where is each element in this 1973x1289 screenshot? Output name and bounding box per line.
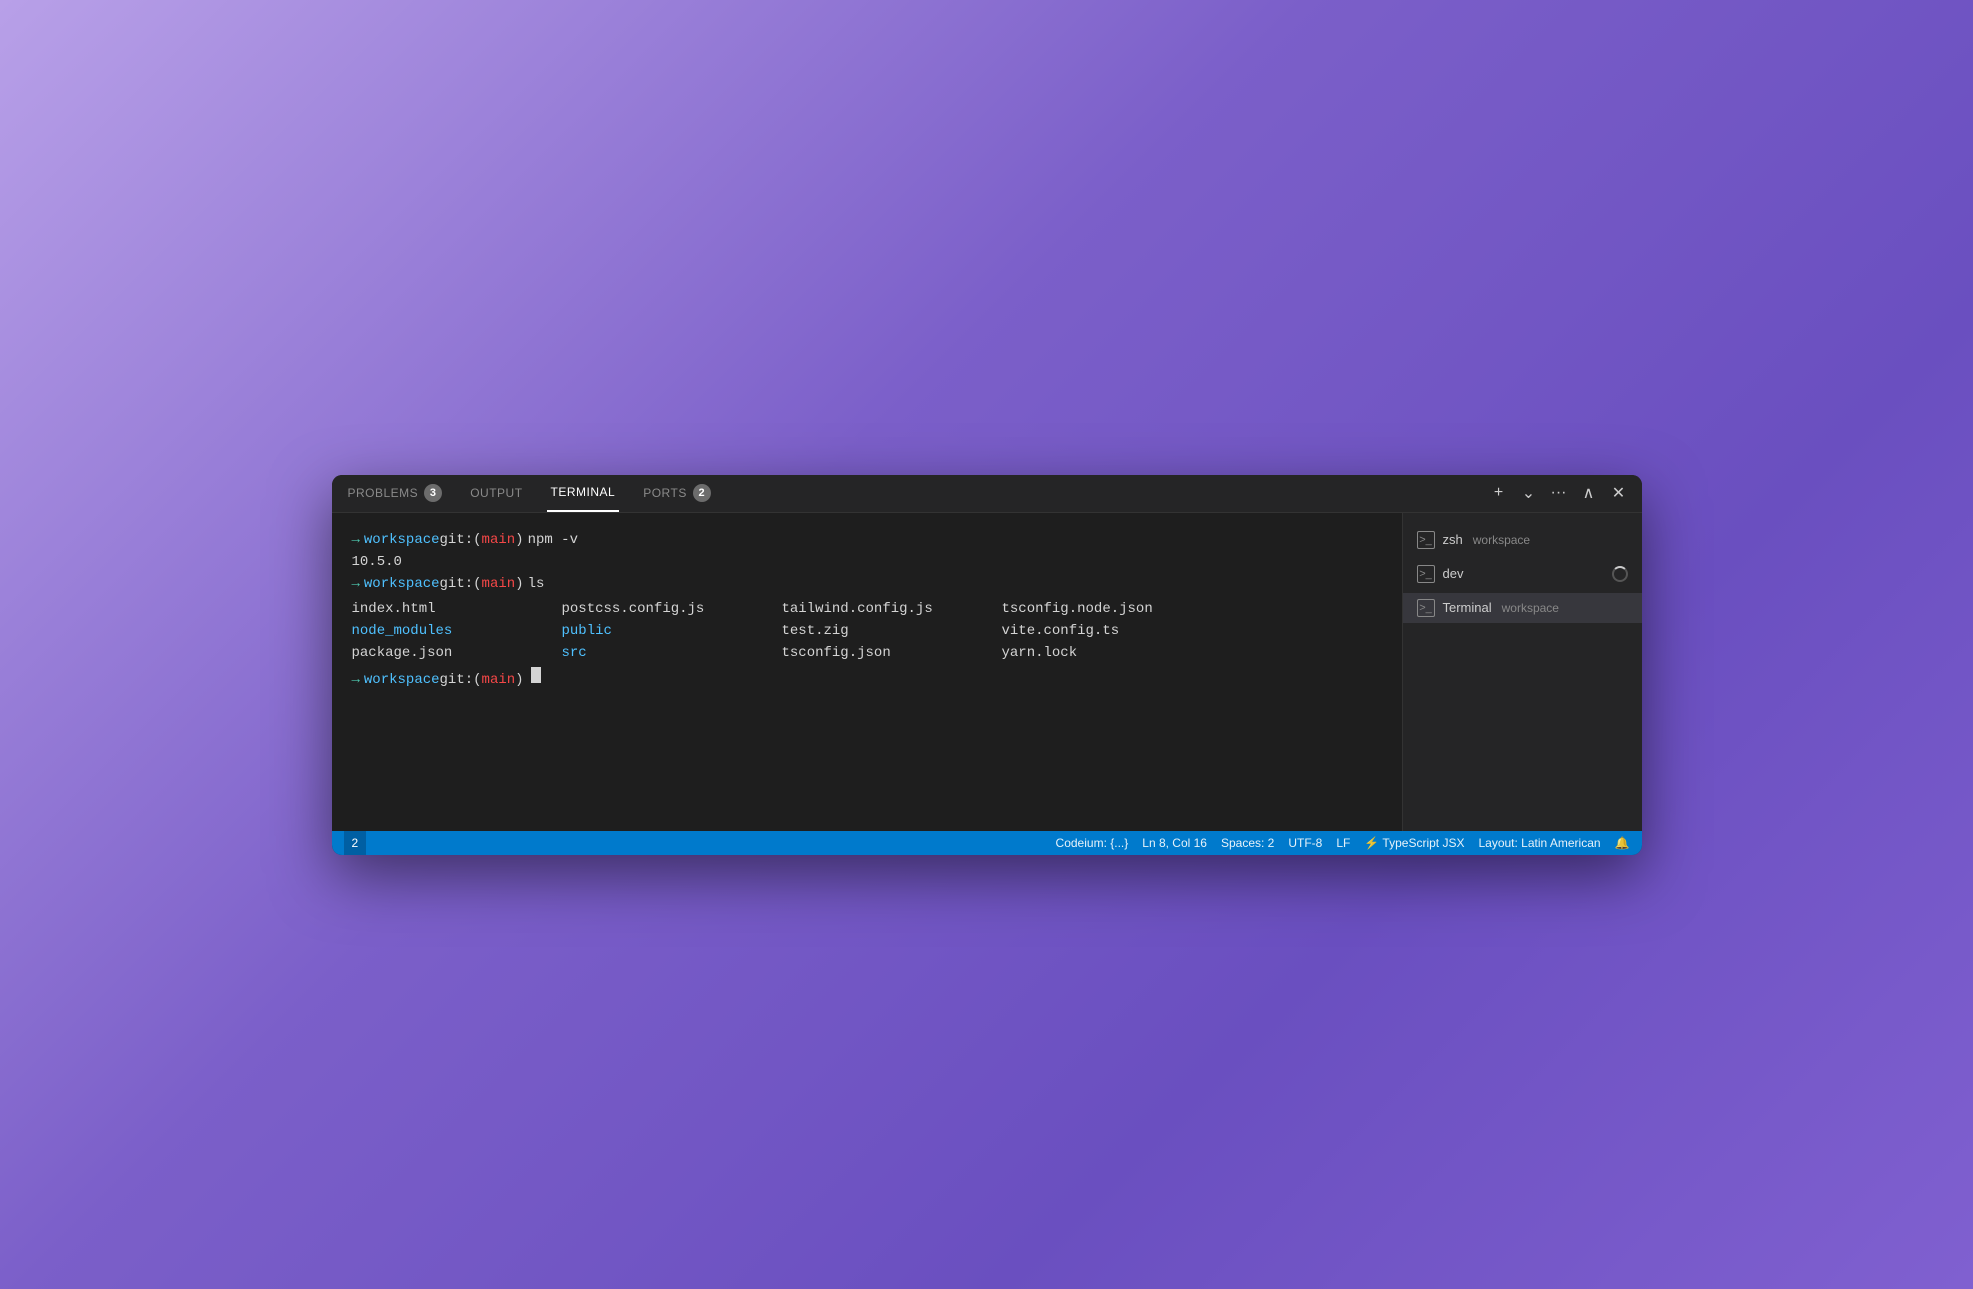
terminal-line-1: → workspace git:( main ) npm -v (352, 529, 1382, 551)
prompt-workspace-2: workspace (364, 573, 440, 595)
main-content: → workspace git:( main ) npm -v 10.5.0 →… (332, 513, 1642, 831)
tab-terminal[interactable]: TERMINAL (547, 475, 620, 513)
terminal-area[interactable]: → workspace git:( main ) npm -v 10.5.0 →… (332, 513, 1402, 831)
status-position[interactable]: Ln 8, Col 16 (1142, 836, 1207, 850)
file-postcss: postcss.config.js (562, 598, 782, 620)
tab-ports-label: PORTS (643, 486, 687, 500)
dev-name: dev (1443, 566, 1464, 581)
prompt-git-1: git:( (440, 529, 482, 551)
status-eol[interactable]: LF (1336, 836, 1350, 850)
file-index-html: index.html (352, 598, 562, 620)
terminal-workspace-sub: workspace (1502, 601, 1559, 615)
sidebar-item-terminal-workspace[interactable]: >_ Terminal workspace (1403, 593, 1642, 623)
tab-actions: + ⌄ ··· ∧ ✕ (1488, 482, 1630, 504)
prompt-git-close-2: ) (515, 573, 523, 595)
tab-problems-label: PROBLEMS (348, 486, 419, 500)
collapse-button[interactable]: ∧ (1578, 482, 1600, 504)
terminal-line-2: → workspace git:( main ) ls (352, 573, 1382, 595)
dev-terminal-icon: >_ (1417, 565, 1435, 583)
prompt-arrow-1: → (352, 529, 360, 551)
file-yarn-lock: yarn.lock (1002, 642, 1202, 664)
file-tsconfig-json: tsconfig.json (782, 642, 1002, 664)
prompt-arrow-3: → (352, 669, 360, 691)
add-terminal-button[interactable]: + (1488, 482, 1510, 504)
terminal-sidebar: >_ zsh workspace >_ dev >_ Terminal work… (1402, 513, 1642, 831)
status-encoding[interactable]: UTF-8 (1288, 836, 1322, 850)
prompt-git-2: git:( (440, 573, 482, 595)
terminal-workspace-name: Terminal (1443, 600, 1492, 615)
prompt-branch-2: main (482, 573, 516, 595)
tab-ports-badge: 2 (693, 484, 711, 502)
term-command-1: npm -v (528, 529, 578, 551)
tab-bar: PROBLEMS 3 OUTPUT TERMINAL PORTS 2 + ⌄ ·… (332, 475, 1642, 513)
tab-ports[interactable]: PORTS 2 (639, 475, 715, 513)
close-panel-button[interactable]: ✕ (1608, 482, 1630, 504)
status-right: Codeium: {...} Ln 8, Col 16 Spaces: 2 UT… (1056, 836, 1630, 850)
zsh-name: zsh (1443, 532, 1463, 547)
file-listing: index.html postcss.config.js tailwind.co… (352, 598, 1382, 665)
prompt-git-close-1: ) (515, 529, 523, 551)
tab-output-label: OUTPUT (470, 486, 522, 500)
tab-problems-badge: 3 (424, 484, 442, 502)
term-command-2: ls (528, 573, 545, 595)
tab-problems[interactable]: PROBLEMS 3 (344, 475, 447, 513)
more-actions-button[interactable]: ··· (1548, 482, 1570, 504)
status-bar: 2 Codeium: {...} Ln 8, Col 16 Spaces: 2 … (332, 831, 1642, 855)
terminal-workspace-icon: >_ (1417, 599, 1435, 617)
vscode-window: PROBLEMS 3 OUTPUT TERMINAL PORTS 2 + ⌄ ·… (332, 475, 1642, 855)
sidebar-item-dev[interactable]: >_ dev (1403, 559, 1642, 589)
prompt-git-3: git:( (440, 669, 482, 691)
status-codeium[interactable]: Codeium: {...} (1056, 836, 1129, 850)
sidebar-item-zsh[interactable]: >_ zsh workspace (1403, 525, 1642, 555)
prompt-workspace-3: workspace (364, 669, 440, 691)
prompt-git-close-3: ) (515, 669, 523, 691)
status-spaces[interactable]: Spaces: 2 (1221, 836, 1274, 850)
file-test-zig: test.zig (782, 620, 1002, 642)
terminal-line-3: → workspace git:( main ) (352, 667, 1382, 691)
file-package-json: package.json (352, 642, 562, 664)
status-bell[interactable]: 🔔 (1615, 836, 1630, 850)
npm-version-output: 10.5.0 (352, 551, 1382, 573)
file-tailwind: tailwind.config.js (782, 598, 1002, 620)
dev-loading-spinner (1612, 566, 1628, 582)
prompt-workspace-1: workspace (364, 529, 440, 551)
prompt-branch-1: main (482, 529, 516, 551)
status-layout[interactable]: Layout: Latin American (1478, 836, 1600, 850)
file-src: src (562, 642, 782, 664)
status-number: 2 (344, 831, 367, 855)
terminal-cursor (531, 667, 541, 683)
file-node-modules: node_modules (352, 620, 562, 642)
file-vite-config: vite.config.ts (1002, 620, 1202, 642)
tab-output[interactable]: OUTPUT (466, 475, 526, 513)
prompt-arrow-2: → (352, 573, 360, 595)
status-language[interactable]: ⚡ TypeScript JSX (1364, 836, 1464, 850)
file-tsconfig-node: tsconfig.node.json (1002, 598, 1202, 620)
zsh-terminal-icon: >_ (1417, 531, 1435, 549)
terminal-dropdown-button[interactable]: ⌄ (1518, 482, 1540, 504)
terminal-output-npm: 10.5.0 (352, 551, 1382, 573)
file-public: public (562, 620, 782, 642)
tab-items: PROBLEMS 3 OUTPUT TERMINAL PORTS 2 (344, 475, 1488, 513)
tab-terminal-label: TERMINAL (551, 485, 616, 499)
zsh-sub: workspace (1473, 533, 1530, 547)
prompt-branch-3: main (482, 669, 516, 691)
